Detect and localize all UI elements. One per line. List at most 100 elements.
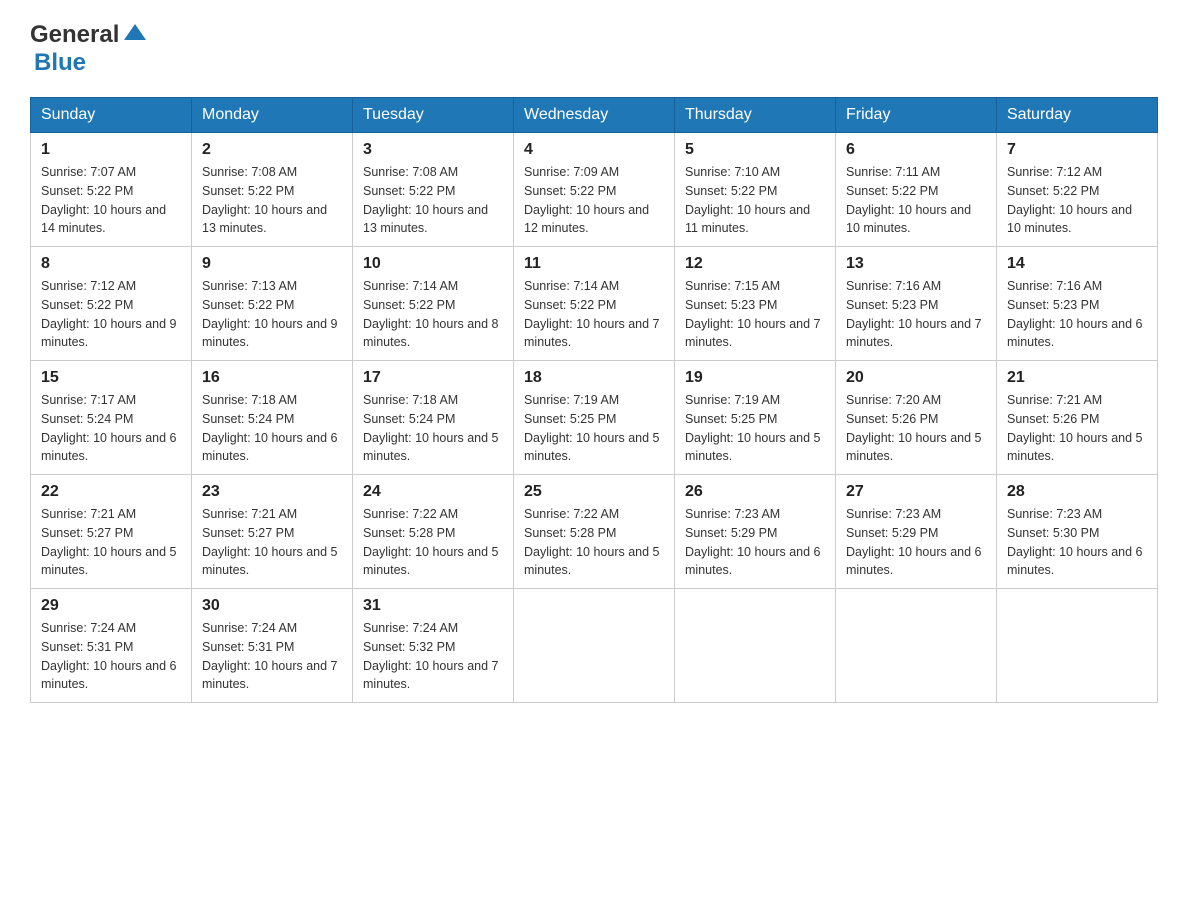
- day-number: 11: [524, 255, 664, 273]
- day-number: 16: [202, 369, 342, 387]
- day-info: Sunrise: 7:07 AMSunset: 5:22 PMDaylight:…: [41, 163, 181, 238]
- calendar-day-cell: [514, 589, 675, 703]
- day-info: Sunrise: 7:18 AMSunset: 5:24 PMDaylight:…: [202, 391, 342, 466]
- day-info: Sunrise: 7:20 AMSunset: 5:26 PMDaylight:…: [846, 391, 986, 466]
- day-info: Sunrise: 7:08 AMSunset: 5:22 PMDaylight:…: [202, 163, 342, 238]
- calendar-day-cell: 12 Sunrise: 7:15 AMSunset: 5:23 PMDayligh…: [675, 247, 836, 361]
- calendar-week-row: 15 Sunrise: 7:17 AMSunset: 5:24 PMDayligh…: [31, 361, 1158, 475]
- day-number: 19: [685, 369, 825, 387]
- calendar-day-cell: 16 Sunrise: 7:18 AMSunset: 5:24 PMDayligh…: [192, 361, 353, 475]
- day-of-week-header: Monday: [192, 98, 353, 133]
- day-info: Sunrise: 7:09 AMSunset: 5:22 PMDaylight:…: [524, 163, 664, 238]
- calendar-week-row: 22Sunrise: 7:21 AMSunset: 5:27 PMDayligh…: [31, 475, 1158, 589]
- calendar-day-cell: 8Sunrise: 7:12 AMSunset: 5:22 PMDaylight…: [31, 247, 192, 361]
- day-number: 7: [1007, 141, 1147, 159]
- day-info: Sunrise: 7:23 AMSunset: 5:30 PMDaylight:…: [1007, 505, 1147, 580]
- day-number: 22: [41, 483, 181, 501]
- day-number: 4: [524, 141, 664, 159]
- day-info: Sunrise: 7:22 AMSunset: 5:28 PMDaylight:…: [524, 505, 664, 580]
- calendar-day-cell: 11 Sunrise: 7:14 AMSunset: 5:22 PMDayligh…: [514, 247, 675, 361]
- day-number: 13: [846, 255, 986, 273]
- day-info: Sunrise: 7:13 AMSunset: 5:22 PMDaylight:…: [202, 277, 342, 352]
- day-info: Sunrise: 7:17 AMSunset: 5:24 PMDaylight:…: [41, 391, 181, 466]
- calendar-day-cell: 27 Sunrise: 7:23 AMSunset: 5:29 PMDayligh…: [836, 475, 997, 589]
- day-number: 3: [363, 141, 503, 159]
- day-of-week-header: Thursday: [675, 98, 836, 133]
- calendar-day-cell: 19 Sunrise: 7:19 AMSunset: 5:25 PMDayligh…: [675, 361, 836, 475]
- day-number: 10: [363, 255, 503, 273]
- calendar-day-cell: 5Sunrise: 7:10 AMSunset: 5:22 PMDaylight…: [675, 133, 836, 247]
- calendar-week-row: 8Sunrise: 7:12 AMSunset: 5:22 PMDaylight…: [31, 247, 1158, 361]
- calendar-day-cell: 18 Sunrise: 7:19 AMSunset: 5:25 PMDayligh…: [514, 361, 675, 475]
- day-info: Sunrise: 7:08 AMSunset: 5:22 PMDaylight:…: [363, 163, 503, 238]
- day-of-week-header: Friday: [836, 98, 997, 133]
- calendar-day-cell: 26 Sunrise: 7:23 AMSunset: 5:29 PMDayligh…: [675, 475, 836, 589]
- day-info: Sunrise: 7:24 AMSunset: 5:31 PMDaylight:…: [202, 619, 342, 694]
- day-info: Sunrise: 7:16 AMSunset: 5:23 PMDaylight:…: [846, 277, 986, 352]
- day-info: Sunrise: 7:14 AMSunset: 5:22 PMDaylight:…: [363, 277, 503, 352]
- day-number: 14: [1007, 255, 1147, 273]
- day-info: Sunrise: 7:12 AMSunset: 5:22 PMDaylight:…: [1007, 163, 1147, 238]
- day-number: 24: [363, 483, 503, 501]
- day-of-week-header: Wednesday: [514, 98, 675, 133]
- day-number: 23: [202, 483, 342, 501]
- day-number: 12: [685, 255, 825, 273]
- calendar-day-cell: 24 Sunrise: 7:22 AMSunset: 5:28 PMDayligh…: [353, 475, 514, 589]
- calendar-day-cell: 21Sunrise: 7:21 AMSunset: 5:26 PMDayligh…: [997, 361, 1158, 475]
- logo: General Blue: [30, 20, 146, 77]
- calendar-day-cell: 31 Sunrise: 7:24 AMSunset: 5:32 PMDayligh…: [353, 589, 514, 703]
- day-info: Sunrise: 7:18 AMSunset: 5:24 PMDaylight:…: [363, 391, 503, 466]
- calendar-day-cell: 6 Sunrise: 7:11 AMSunset: 5:22 PMDaylight…: [836, 133, 997, 247]
- day-number: 17: [363, 369, 503, 387]
- calendar-day-cell: 23Sunrise: 7:21 AMSunset: 5:27 PMDayligh…: [192, 475, 353, 589]
- day-info: Sunrise: 7:22 AMSunset: 5:28 PMDaylight:…: [363, 505, 503, 580]
- calendar-day-cell: 4 Sunrise: 7:09 AMSunset: 5:22 PMDaylight…: [514, 133, 675, 247]
- page-header: General Blue: [30, 20, 1158, 77]
- day-info: Sunrise: 7:24 AMSunset: 5:31 PMDaylight:…: [41, 619, 181, 694]
- calendar-day-cell: 10 Sunrise: 7:14 AMSunset: 5:22 PMDayligh…: [353, 247, 514, 361]
- day-number: 25: [524, 483, 664, 501]
- calendar-week-row: 29 Sunrise: 7:24 AMSunset: 5:31 PMDayligh…: [31, 589, 1158, 703]
- calendar-day-cell: 28Sunrise: 7:23 AMSunset: 5:30 PMDayligh…: [997, 475, 1158, 589]
- day-info: Sunrise: 7:10 AMSunset: 5:22 PMDaylight:…: [685, 163, 825, 238]
- logo-triangle-icon: [124, 22, 146, 49]
- day-number: 31: [363, 597, 503, 615]
- calendar-day-cell: [997, 589, 1158, 703]
- calendar-day-cell: 13 Sunrise: 7:16 AMSunset: 5:23 PMDayligh…: [836, 247, 997, 361]
- calendar-header-row: SundayMondayTuesdayWednesdayThursdayFrid…: [31, 98, 1158, 133]
- day-info: Sunrise: 7:24 AMSunset: 5:32 PMDaylight:…: [363, 619, 503, 694]
- calendar-day-cell: 22Sunrise: 7:21 AMSunset: 5:27 PMDayligh…: [31, 475, 192, 589]
- day-number: 29: [41, 597, 181, 615]
- day-number: 6: [846, 141, 986, 159]
- day-number: 18: [524, 369, 664, 387]
- calendar-week-row: 1 Sunrise: 7:07 AMSunset: 5:22 PMDaylight…: [31, 133, 1158, 247]
- calendar-day-cell: 17 Sunrise: 7:18 AMSunset: 5:24 PMDayligh…: [353, 361, 514, 475]
- day-info: Sunrise: 7:16 AMSunset: 5:23 PMDaylight:…: [1007, 277, 1147, 352]
- day-info: Sunrise: 7:11 AMSunset: 5:22 PMDaylight:…: [846, 163, 986, 238]
- calendar-day-cell: 30Sunrise: 7:24 AMSunset: 5:31 PMDayligh…: [192, 589, 353, 703]
- day-info: Sunrise: 7:19 AMSunset: 5:25 PMDaylight:…: [685, 391, 825, 466]
- day-of-week-header: Tuesday: [353, 98, 514, 133]
- calendar-table: SundayMondayTuesdayWednesdayThursdayFrid…: [30, 97, 1158, 703]
- calendar-day-cell: 3 Sunrise: 7:08 AMSunset: 5:22 PMDaylight…: [353, 133, 514, 247]
- calendar-day-cell: [675, 589, 836, 703]
- day-info: Sunrise: 7:23 AMSunset: 5:29 PMDaylight:…: [846, 505, 986, 580]
- calendar-day-cell: [836, 589, 997, 703]
- day-of-week-header: Sunday: [31, 98, 192, 133]
- day-info: Sunrise: 7:15 AMSunset: 5:23 PMDaylight:…: [685, 277, 825, 352]
- logo-general-text: General: [30, 21, 119, 49]
- day-number: 2: [202, 141, 342, 159]
- day-info: Sunrise: 7:23 AMSunset: 5:29 PMDaylight:…: [685, 505, 825, 580]
- day-number: 21: [1007, 369, 1147, 387]
- calendar-day-cell: 14 Sunrise: 7:16 AMSunset: 5:23 PMDayligh…: [997, 247, 1158, 361]
- day-info: Sunrise: 7:14 AMSunset: 5:22 PMDaylight:…: [524, 277, 664, 352]
- day-number: 20: [846, 369, 986, 387]
- calendar-day-cell: 9Sunrise: 7:13 AMSunset: 5:22 PMDaylight…: [192, 247, 353, 361]
- day-info: Sunrise: 7:19 AMSunset: 5:25 PMDaylight:…: [524, 391, 664, 466]
- day-of-week-header: Saturday: [997, 98, 1158, 133]
- day-number: 27: [846, 483, 986, 501]
- calendar-day-cell: 1 Sunrise: 7:07 AMSunset: 5:22 PMDaylight…: [31, 133, 192, 247]
- day-number: 1: [41, 141, 181, 159]
- day-number: 26: [685, 483, 825, 501]
- day-number: 15: [41, 369, 181, 387]
